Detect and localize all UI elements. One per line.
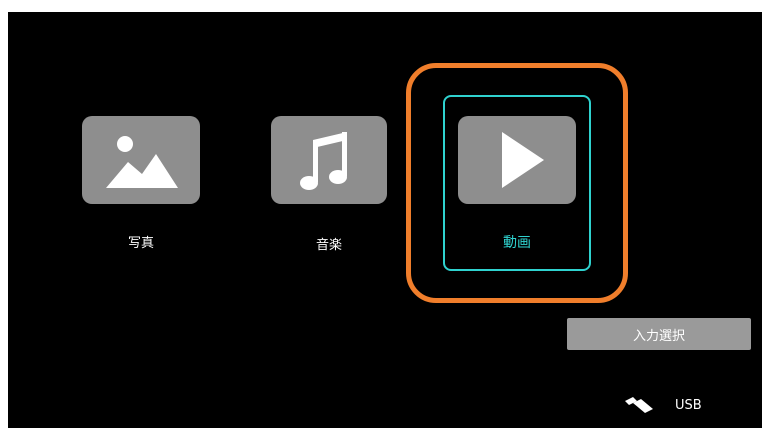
photo-icon [106, 136, 178, 188]
input-select-label: 入力選択 [632, 328, 685, 344]
music-tile[interactable] [271, 116, 387, 204]
usb-drive-icon [625, 397, 653, 413]
media-player-screen: 写真 音楽 動画 入力選択 USB [8, 12, 762, 428]
play-icon [502, 132, 544, 188]
photo-tile[interactable] [82, 116, 200, 204]
input-select-button[interactable]: 入力選択 [567, 318, 751, 350]
menu-item-photo-label: 写真 [127, 236, 154, 251]
menu-item-music-label: 音楽 [315, 238, 342, 253]
music-note-icon [300, 132, 347, 190]
usb-label: USB [675, 398, 702, 413]
video-tile[interactable] [458, 116, 576, 204]
menu-item-video-label: 動画 [503, 235, 531, 251]
